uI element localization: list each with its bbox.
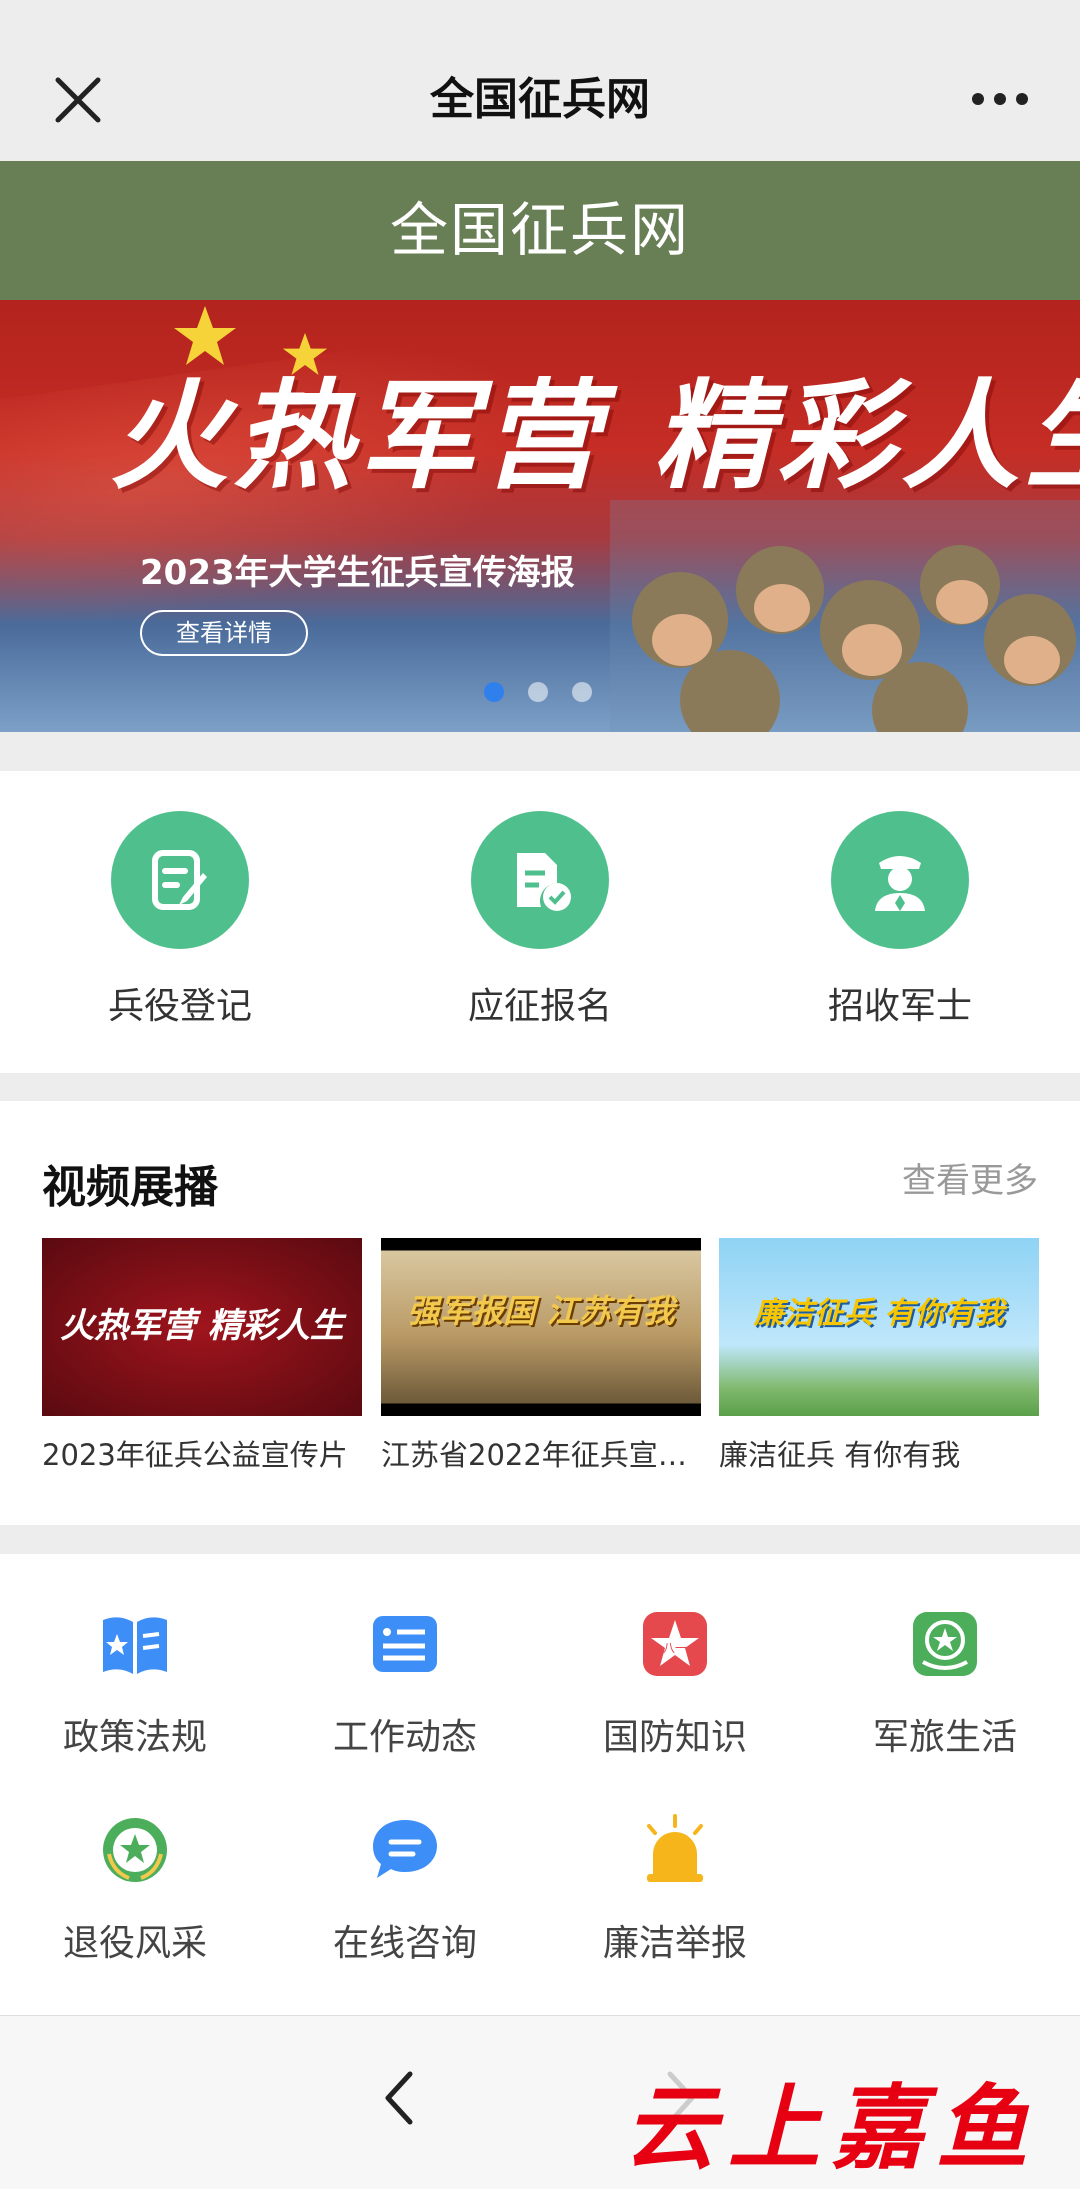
video-caption: 廉洁征兵 有你有我	[719, 1438, 961, 1472]
video-caption: 2023年征兵公益宣传片	[42, 1438, 348, 1472]
video-card[interactable]: 强军报国 江苏有我 江苏省2022年征兵宣传片	[381, 1238, 701, 1474]
carousel-dot[interactable]	[528, 682, 548, 702]
menu-item-policy[interactable]: 政策法规	[0, 1608, 270, 1760]
checked-document-icon	[471, 811, 609, 949]
svg-text:八一: 八一	[663, 1641, 687, 1655]
menu-item-label: 廉洁举报	[602, 1923, 747, 1964]
menu-item-label: 国防知识	[602, 1717, 747, 1758]
news-list-icon	[373, 1616, 437, 1672]
soldiers-image	[610, 500, 1080, 732]
banner-carousel[interactable]: 火热军营 精彩人生 2023年大学生征兵宣传海报 查看详情	[0, 300, 1080, 732]
back-arrow-icon[interactable]	[380, 2068, 420, 2128]
enlistment-signup-button[interactable]: 应征报名	[420, 811, 660, 1029]
quick-action-label: 兵役登记	[107, 986, 252, 1027]
view-details-button[interactable]: 查看详情	[140, 610, 308, 656]
menu-item-defense-knowledge[interactable]: 八一 国防知识	[540, 1608, 810, 1760]
menu-item-online-consult[interactable]: 在线咨询	[270, 1814, 540, 1966]
thumbnail-text: 火热军营 精彩人生	[60, 1306, 344, 1346]
carousel-dot[interactable]	[572, 682, 592, 702]
star-badge-icon	[913, 1612, 977, 1676]
window-title: 全国征兵网	[430, 74, 650, 125]
military-registration-button[interactable]: 兵役登记	[60, 811, 300, 1029]
menu-item-label: 工作动态	[332, 1717, 477, 1758]
video-caption: 江苏省2022年征兵宣传片	[381, 1438, 701, 1472]
quick-actions: 兵役登记 应征报名 招收军士	[0, 771, 1080, 1073]
watermark: 云上嘉鱼	[623, 2074, 1040, 2182]
video-thumbnail: 廉洁征兵 有你有我	[719, 1238, 1039, 1416]
policy-book-icon	[103, 1617, 167, 1674]
menu-item-work-news[interactable]: 工作动态	[270, 1608, 540, 1760]
banner-headline: 火热军营 精彩人生	[110, 367, 1080, 505]
more-options-icon[interactable]	[970, 84, 1030, 114]
quick-action-label: 应征报名	[467, 986, 612, 1027]
video-card[interactable]: 火热军营 精彩人生 2023年征兵公益宣传片	[42, 1238, 362, 1474]
veteran-emblem-icon	[103, 1818, 167, 1882]
carousel-indicator	[484, 682, 592, 702]
menu-item-military-life[interactable]: 军旅生活	[810, 1608, 1080, 1760]
chat-bubble-icon	[373, 1820, 437, 1878]
menu-item-integrity-report[interactable]: 廉洁举报	[540, 1814, 810, 1966]
menu-item-label: 政策法规	[62, 1717, 207, 1758]
feature-menu: 政策法规 工作动态 八一 国防知识 军旅生活 退役风采 在线咨询 廉洁举报	[0, 1554, 1080, 2015]
thumbnail-text: 强军报国 江苏有我	[407, 1292, 675, 1330]
menu-item-label: 在线咨询	[332, 1923, 477, 1964]
quick-action-label: 招收军士	[827, 986, 972, 1027]
recruit-sergeants-button[interactable]: 招收军士	[780, 811, 1020, 1029]
menu-item-label: 退役风采	[62, 1923, 207, 1964]
soldier-icon	[831, 811, 969, 949]
section-title: 视频展播	[42, 1162, 218, 1213]
alarm-light-icon	[647, 1814, 703, 1882]
edit-document-icon	[111, 811, 249, 949]
bottom-toolbar: 云上嘉鱼	[0, 2015, 1080, 2189]
army-star-icon: 八一	[643, 1612, 707, 1676]
thumbnail-text: 廉洁征兵 有你有我	[753, 1296, 1005, 1331]
carousel-dot[interactable]	[484, 682, 504, 702]
video-thumbnail: 火热军营 精彩人生	[42, 1238, 362, 1416]
video-card[interactable]: 廉洁征兵 有你有我 廉洁征兵 有你有我	[719, 1238, 1039, 1474]
menu-item-veterans[interactable]: 退役风采	[0, 1814, 270, 1966]
video-section: 视频展播 查看更多 火热军营 精彩人生 2023年征兵公益宣传片 强军报国 江苏…	[0, 1101, 1080, 1525]
top-nav-bar: 全国征兵网	[0, 0, 1080, 161]
menu-item-label: 军旅生活	[872, 1717, 1017, 1758]
view-more-link[interactable]: 查看更多	[902, 1153, 1038, 1202]
banner-subtitle: 2023年大学生征兵宣传海报	[140, 553, 575, 593]
video-thumbnail: 强军报国 江苏有我	[381, 1238, 701, 1416]
site-header: 全国征兵网	[0, 161, 1080, 300]
